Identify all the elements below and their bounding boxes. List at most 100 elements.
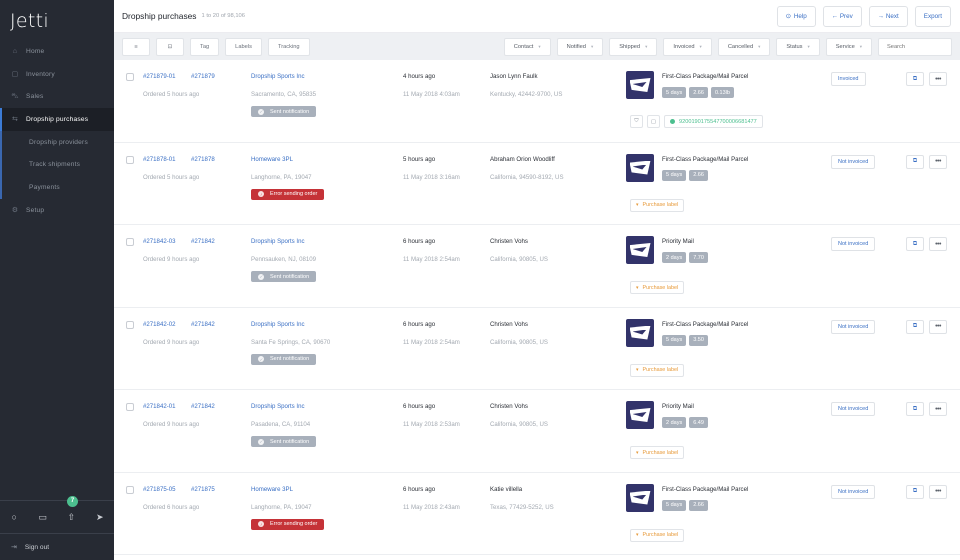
parent-order-link[interactable]: #271878 [191, 156, 215, 163]
external-link-icon: ⧉ [912, 323, 918, 329]
labels-button[interactable]: Labels [225, 37, 262, 56]
help-button[interactable]: ⊙ Help [776, 5, 816, 27]
header-actions: ⊙ Help ← Prev → Next Export [776, 5, 951, 27]
service-filter[interactable]: Service ▾ [825, 37, 872, 56]
row-checkbox[interactable] [126, 485, 134, 494]
sidebar-item-label: Inventory [26, 70, 55, 78]
invoice-status-badge[interactable]: Invoiced [831, 72, 866, 86]
next-button[interactable]: → Next [868, 5, 908, 27]
vendor-link[interactable]: Dropship Sports Inc [251, 238, 305, 245]
row-checkbox[interactable] [126, 320, 134, 329]
invoice-status-badge[interactable]: Not invoiced [831, 319, 876, 334]
open-external-button[interactable]: ⧉ [906, 154, 924, 169]
purchase-label-button[interactable]: ▾ Purchase label [630, 281, 685, 294]
order-id-link[interactable]: #271878-01 [143, 156, 176, 163]
upload-icon[interactable]: ⇧ 7 [57, 495, 86, 523]
purchase-date: 11 May 2018 2:54am [403, 338, 460, 346]
open-external-button[interactable]: ⧉ [906, 402, 924, 416]
sidebar-item-dropship-purchases[interactable]: ⇆ Dropship purchases [0, 108, 114, 131]
order-id-link[interactable]: #271879-01 [143, 73, 176, 80]
order-id-link[interactable]: #271842-03 [143, 238, 176, 245]
open-external-button[interactable]: ⧉ [906, 237, 924, 251]
purchase-label-button[interactable]: ▾ Purchase label [630, 198, 685, 212]
purchase-label-button[interactable]: ▾ Purchase label [630, 528, 685, 542]
sidebar-item-sales[interactable]: ⛍ Sales [0, 85, 114, 108]
shopping-bag-icon: ▾ [636, 449, 639, 456]
notification-text: Sent notification [270, 438, 310, 445]
circle-icon[interactable]: ○ [0, 512, 29, 522]
invoiced-filter[interactable]: Invoiced ▾ [663, 37, 712, 56]
more-actions-button[interactable]: ••• [929, 319, 947, 334]
vendor-link[interactable]: Dropship Sports Inc [251, 403, 305, 410]
purchase-date: 11 May 2018 2:54am [403, 256, 460, 263]
parent-order-link[interactable]: #271842 [191, 321, 215, 328]
sign-out-button[interactable]: ⇥ Sign out [0, 533, 114, 560]
order-id-link[interactable]: #271875-05 [143, 486, 176, 493]
tracking-number[interactable]: 9200190175547700006681477 [664, 115, 763, 128]
tag-button[interactable]: Tag [190, 37, 220, 56]
purchased-ago: 4 hours ago [403, 73, 436, 80]
status-filter[interactable]: Status ▾ [776, 37, 820, 56]
sidebar-item-dropship-providers[interactable]: Dropship providers [0, 130, 114, 154]
archive-button[interactable]: ⊡ [156, 37, 184, 56]
prev-button[interactable]: ← Prev [822, 5, 862, 27]
external-link-icon: ⧉ [912, 240, 918, 247]
order-id-link[interactable]: #271842-01 [143, 403, 176, 410]
vendor-link[interactable]: Homeware 3PL [251, 486, 293, 493]
notification-text: Sent notification [270, 356, 310, 362]
vendor-location: Pennsauken, NJ, 08109 [251, 256, 317, 263]
row-checkbox[interactable] [126, 403, 134, 411]
order-id-link[interactable]: #271842-02 [143, 321, 176, 328]
sidebar-item-track-shipments[interactable]: Track shipments [0, 153, 114, 177]
notified-filter[interactable]: Notified ▾ [556, 37, 604, 56]
sidebar-item-payments[interactable]: Payments [0, 176, 114, 199]
tracking-button[interactable]: Tracking [267, 37, 310, 56]
invoice-status-badge[interactable]: Not invoiced [831, 154, 876, 169]
open-external-button[interactable]: ⧉ [906, 484, 924, 499]
notification-badge: 7 [67, 495, 78, 507]
usps-logo [626, 318, 654, 347]
parent-order-link[interactable]: #271842 [191, 403, 215, 410]
send-icon[interactable]: ➤ [86, 512, 115, 523]
shipped-filter[interactable]: Shipped ▾ [609, 37, 658, 56]
more-actions-button[interactable]: ••• [929, 154, 947, 169]
more-actions-button[interactable]: ••• [929, 237, 947, 251]
purchase-label-button[interactable]: ▾ Purchase label [630, 446, 685, 459]
row-checkbox[interactable] [126, 73, 134, 81]
cancelled-filter[interactable]: Cancelled ▾ [717, 37, 771, 56]
invoice-status-badge[interactable]: Not invoiced [831, 237, 876, 251]
parent-order-link[interactable]: #271875 [191, 486, 215, 493]
contact-filter[interactable]: Contact ▾ [503, 37, 551, 56]
parent-order-link[interactable]: #271879 [191, 73, 215, 80]
vendor-link[interactable]: Dropship Sports Inc [251, 73, 305, 80]
customer-name: Christen Vohs [490, 320, 528, 328]
purchase-label-button[interactable]: ▾ Purchase label [630, 363, 685, 377]
vendor-link[interactable]: Dropship Sports Inc [251, 321, 305, 328]
vendor-location: Santa Fe Springs, CA, 90670 [251, 338, 331, 346]
search-input[interactable] [878, 37, 952, 56]
more-actions-button[interactable]: ••• [929, 484, 947, 499]
shield-icon[interactable]: ⛉ [630, 115, 643, 128]
invoice-status-badge[interactable]: Not invoiced [831, 484, 876, 499]
page-title: Dropship purchases [122, 11, 197, 21]
shipping-chip: 5 days [662, 334, 687, 346]
sidebar-item-setup[interactable]: ⚙ Setup [0, 199, 114, 222]
ordered-time: Ordered 9 hours ago [143, 421, 200, 428]
sidebar-item-home[interactable]: ⌂ Home [0, 40, 114, 63]
copy-icon[interactable]: ▢ [647, 115, 660, 128]
open-external-button[interactable]: ⧉ [906, 319, 924, 334]
columns-button[interactable]: ≡ [122, 37, 150, 56]
vendor-link[interactable]: Homeware 3PL [251, 156, 293, 163]
row-checkbox[interactable] [126, 238, 134, 246]
more-actions-button[interactable]: ••• [929, 402, 947, 416]
more-actions-button[interactable]: ••• [929, 72, 947, 86]
row-checkbox[interactable] [126, 155, 134, 164]
invoice-status-badge[interactable]: Not invoiced [831, 402, 876, 416]
open-external-button[interactable]: ⧉ [906, 72, 924, 86]
chevron-down-icon: ▾ [538, 43, 541, 49]
export-button[interactable]: Export [914, 5, 951, 27]
sidebar-item-inventory[interactable]: ▢ Inventory [0, 63, 114, 86]
jetti-logo[interactable]: Jetti [0, 0, 114, 40]
chat-icon[interactable]: ▭ [29, 512, 58, 523]
parent-order-link[interactable]: #271842 [191, 238, 215, 245]
